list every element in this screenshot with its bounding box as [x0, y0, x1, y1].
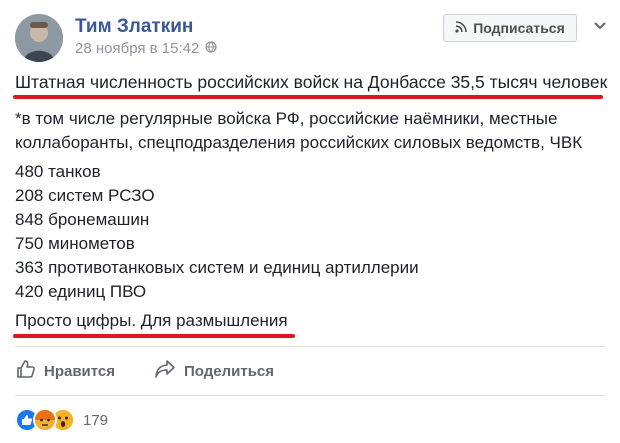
post-date[interactable]: 28 ноября в 15:42	[75, 40, 199, 57]
divider	[15, 395, 605, 396]
reaction-count: 179	[83, 411, 109, 429]
avatar[interactable]	[15, 14, 63, 62]
author-name[interactable]: Тим Златкин	[75, 16, 193, 38]
angry-reaction-icon	[33, 408, 57, 432]
like-label: Нравится	[44, 362, 116, 380]
closing-underline	[13, 334, 295, 338]
rss-icon	[455, 20, 468, 36]
share-icon	[154, 359, 176, 383]
headline-underline	[13, 95, 603, 99]
more-icon[interactable]	[588, 14, 612, 38]
stat-line: 208 систем РСЗО	[15, 186, 155, 205]
stat-line: 420 единиц ПВО	[15, 282, 147, 301]
divider	[15, 346, 605, 347]
post-note-line1: *в том числе регулярные войска РФ, росси…	[15, 109, 558, 128]
share-label: Поделиться	[184, 362, 275, 380]
subscribe-label: Подписаться	[473, 20, 565, 36]
stat-line: 363 противотанковых систем и единиц арти…	[15, 258, 419, 277]
privacy-globe-icon[interactable]	[205, 40, 217, 57]
stat-line: 750 минометов	[15, 234, 135, 253]
like-button[interactable]: Нравится	[16, 359, 115, 383]
like-icon	[16, 359, 36, 383]
facebook-post: Тим Златкин 28 ноября в 15:42 Подписатьс…	[0, 0, 620, 443]
avatar-photo	[15, 14, 63, 62]
share-button[interactable]: Поделиться	[154, 359, 274, 383]
reactions-summary[interactable]: 179	[15, 408, 108, 432]
post-closing: Просто цифры. Для размышления	[15, 311, 288, 330]
post-meta: 28 ноября в 15:42	[75, 40, 217, 57]
post-note-line2: коллаборанты, спецподразделения российск…	[15, 133, 583, 152]
stat-line: 480 танков	[15, 162, 101, 181]
post-headline: Штатная численность российских войск на …	[15, 72, 608, 92]
stat-line: 848 бронемашин	[15, 210, 150, 229]
subscribe-button[interactable]: Подписаться	[443, 14, 577, 42]
